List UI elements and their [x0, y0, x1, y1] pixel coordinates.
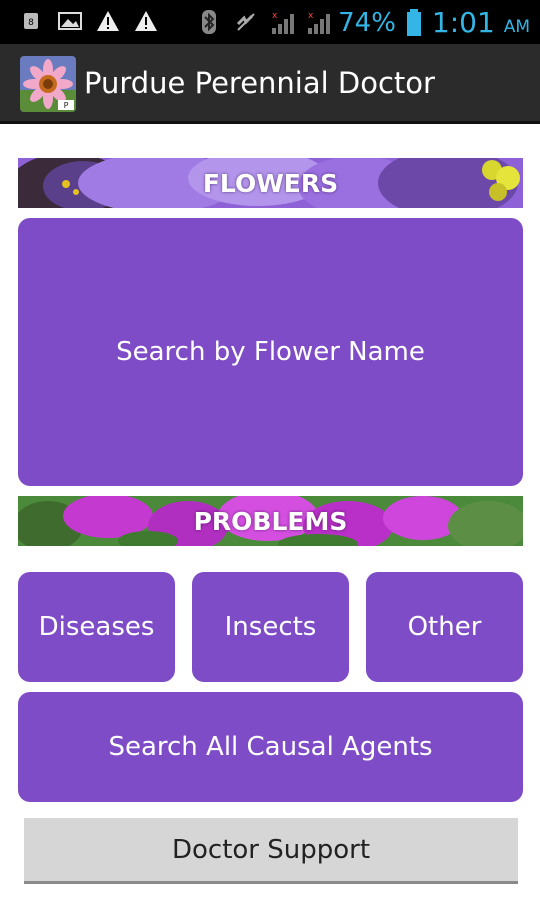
diseases-button[interactable]: Diseases — [18, 572, 175, 682]
clock-time: 1:01 AM — [431, 6, 530, 39]
svg-text:x: x — [272, 11, 278, 21]
search-causal-agents-button[interactable]: Search All Causal Agents — [18, 692, 523, 802]
problems-banner: PROBLEMS — [18, 496, 523, 546]
doctor-support-button[interactable]: Doctor Support — [24, 818, 518, 884]
warning-icon — [96, 10, 119, 32]
signal-icon: x — [306, 10, 330, 34]
svg-text:8: 8 — [28, 18, 34, 28]
signal-icon: x — [270, 10, 294, 34]
battery-percent: 74% — [338, 7, 396, 38]
status-bar: 8 x x 74% 1:01 AM — [0, 0, 540, 44]
app-title: Purdue Perennial Doctor — [84, 66, 435, 100]
insects-button[interactable]: Insects — [192, 572, 349, 682]
action-bar: P Purdue Perennial Doctor — [0, 44, 540, 124]
status-left-icons: 8 — [20, 10, 157, 32]
image-icon — [58, 10, 82, 32]
problems-label: PROBLEMS — [193, 506, 348, 536]
flowers-banner: FLOWERS — [18, 158, 523, 208]
mute-icon — [234, 10, 256, 32]
status-right: 74% 1:01 AM — [338, 6, 530, 39]
svg-text:P: P — [64, 101, 69, 110]
notification-icon: 8 — [20, 10, 42, 32]
flowers-label: FLOWERS — [202, 168, 339, 198]
battery-icon — [406, 8, 422, 37]
search-by-flower-button[interactable]: Search by Flower Name — [18, 218, 523, 486]
bluetooth-icon — [198, 10, 220, 34]
other-button[interactable]: Other — [366, 572, 523, 682]
app-flower-icon: P — [20, 56, 76, 112]
svg-text:x: x — [308, 11, 314, 21]
warning-icon — [134, 10, 157, 32]
